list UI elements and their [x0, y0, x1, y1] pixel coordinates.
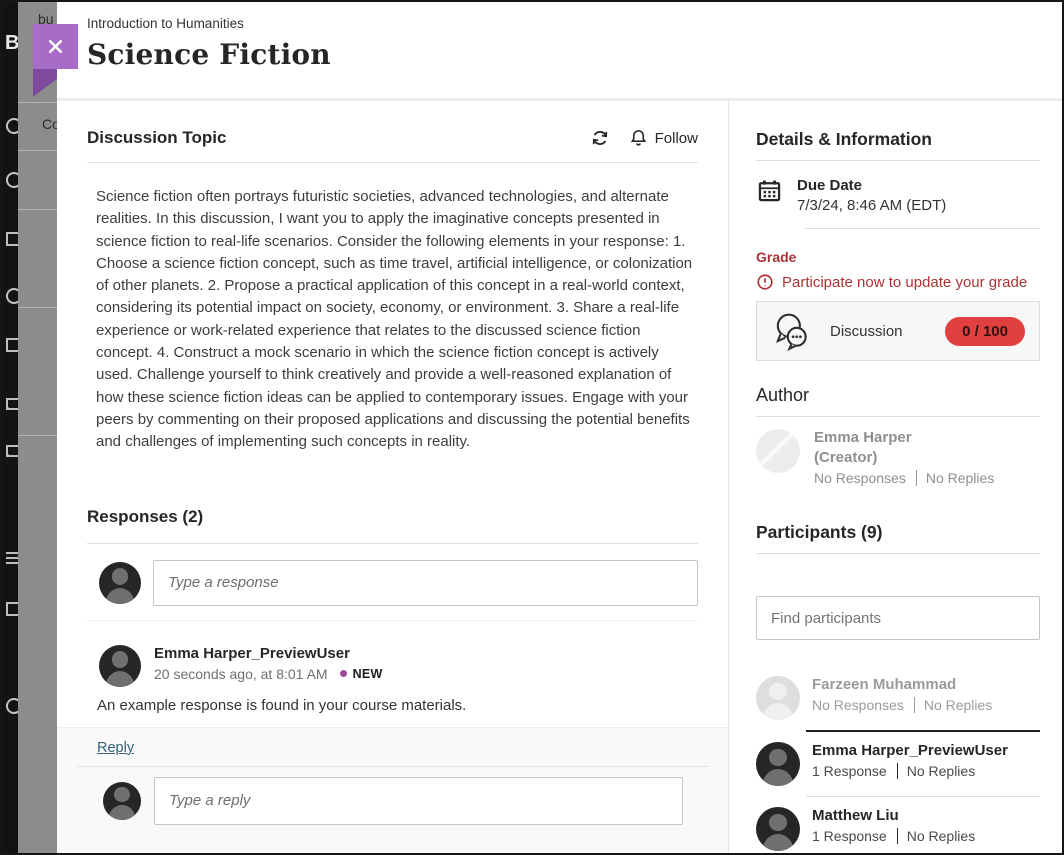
participant-replies-stat: No Replies: [924, 697, 992, 713]
current-user-avatar: [103, 782, 141, 820]
participants-list: Farzeen Muhammad No Responses No Replies: [756, 666, 1040, 853]
divider: [756, 416, 1040, 417]
details-heading: Details & Information: [756, 129, 1040, 150]
author-row: Emma Harper (Creator) No Responses No Re…: [756, 429, 1040, 486]
response-item: Emma Harper_PreviewUser 20 seconds ago, …: [87, 620, 698, 714]
participant-responses-stat: 1 Response: [812, 828, 887, 844]
brand-logo-fragment: B: [5, 32, 18, 55]
due-date-value: 7/3/24, 8:46 AM (EDT): [797, 197, 946, 214]
grades-icon: [6, 552, 18, 564]
stat-separator: [914, 697, 915, 713]
participant-name: Farzeen Muhammad: [812, 676, 992, 693]
response-timestamp: 20 seconds ago, at 8:01 AM: [154, 666, 328, 682]
grade-score-pill: 0 / 100: [945, 317, 1025, 346]
stat-separator: [897, 828, 898, 844]
find-participants-input[interactable]: [756, 596, 1040, 640]
panel-header: Introduction to Humanities Science Ficti…: [57, 2, 1062, 101]
participant-responses-stat: No Responses: [812, 697, 904, 713]
participants-heading: Participants (9): [756, 522, 1040, 543]
details-sidebar: Details & Information: [729, 101, 1062, 853]
discussion-topic-body: Science fiction often portrays futuristi…: [96, 186, 696, 454]
refresh-button[interactable]: [590, 128, 610, 148]
tools-icon: [6, 602, 18, 616]
divider: [87, 162, 698, 163]
response-input[interactable]: [153, 560, 698, 606]
author-avatar: [756, 429, 800, 473]
grade-item-label: Discussion: [830, 323, 903, 340]
participant-avatar: [756, 742, 800, 786]
participant-name: Emma Harper_PreviewUser: [812, 742, 1008, 759]
grade-label: Grade: [756, 249, 1040, 265]
discussion-main-column: Discussion Topic: [57, 101, 729, 853]
globe-icon: [6, 172, 18, 188]
participant-name: Matthew Liu: [812, 807, 975, 824]
calendar-icon: [756, 177, 783, 214]
divider: [804, 228, 1040, 229]
discussion-topic-heading: Discussion Topic: [87, 128, 227, 148]
follow-label: Follow: [655, 130, 698, 147]
reply-input[interactable]: [154, 777, 683, 825]
calendar-icon: [6, 338, 18, 352]
activity-icon: [6, 445, 18, 457]
participant-row[interactable]: Emma Harper_PreviewUser 1 Response No Re…: [756, 732, 1040, 796]
author-role: (Creator): [814, 449, 994, 466]
reply-composer: [57, 767, 728, 825]
divider: [756, 553, 1040, 554]
due-date-label: Due Date: [797, 177, 946, 194]
discussion-bubbles-icon: [771, 310, 813, 352]
response-body: An example response is found in your cou…: [97, 697, 698, 714]
grade-warning-text: Participate now to update your grade: [782, 274, 1027, 291]
stat-separator: [916, 470, 917, 486]
search-icon: [6, 118, 18, 134]
divider: [87, 543, 698, 544]
close-icon: [46, 37, 65, 56]
participant-replies-stat: No Replies: [907, 828, 975, 844]
messages-icon: [6, 398, 18, 410]
responses-heading: Responses (2): [87, 507, 698, 527]
close-button[interactable]: [33, 24, 78, 69]
response-author-name: Emma Harper_PreviewUser: [154, 645, 383, 662]
due-date-row: Due Date 7/3/24, 8:46 AM (EDT): [756, 177, 1040, 214]
participant-row[interactable]: Farzeen Muhammad No Responses No Replies: [756, 666, 1040, 730]
grade-warning: Participate now to update your grade: [756, 273, 1040, 291]
author-heading: Author: [756, 385, 1040, 406]
help-icon: [6, 698, 18, 714]
page-title: Science Fiction: [87, 38, 1032, 71]
follow-button[interactable]: Follow: [629, 128, 698, 148]
background-nav-label-fragment: Co: [42, 116, 57, 132]
breadcrumb: Introduction to Humanities: [87, 16, 1032, 31]
people-icon: [6, 288, 18, 304]
stat-separator: [897, 763, 898, 779]
background-nav-strip: B: [2, 2, 18, 853]
discussion-panel: Introduction to Humanities Science Ficti…: [57, 2, 1062, 853]
author-name: Emma Harper: [814, 429, 994, 446]
author-responses-stat: No Responses: [814, 470, 906, 486]
participant-responses-stat: 1 Response: [812, 763, 887, 779]
screen: B bu Co Introduction to Humanities Scien…: [0, 0, 1064, 855]
refresh-icon: [590, 128, 610, 148]
divider: [756, 160, 1040, 161]
author-replies-stat: No Replies: [926, 470, 994, 486]
bell-icon: [629, 128, 648, 148]
participant-row[interactable]: Matthew Liu 1 Response No Replies: [756, 797, 1040, 853]
participant-replies-stat: No Replies: [907, 763, 975, 779]
current-user-avatar: [99, 562, 141, 604]
alert-circle-icon: [756, 273, 774, 291]
new-badge: NEW: [353, 667, 383, 681]
dimmed-overlay: bu Co: [18, 2, 57, 853]
response-author-avatar: [99, 645, 141, 687]
new-indicator-dot: [340, 670, 347, 677]
institution-icon: [6, 232, 18, 246]
grade-item[interactable]: Discussion 0 / 100: [756, 301, 1040, 361]
response-footer: Reply: [57, 727, 728, 853]
response-composer: [99, 560, 698, 606]
participant-avatar: [756, 676, 800, 720]
reply-link[interactable]: Reply: [97, 740, 134, 756]
participant-avatar: [756, 807, 800, 851]
